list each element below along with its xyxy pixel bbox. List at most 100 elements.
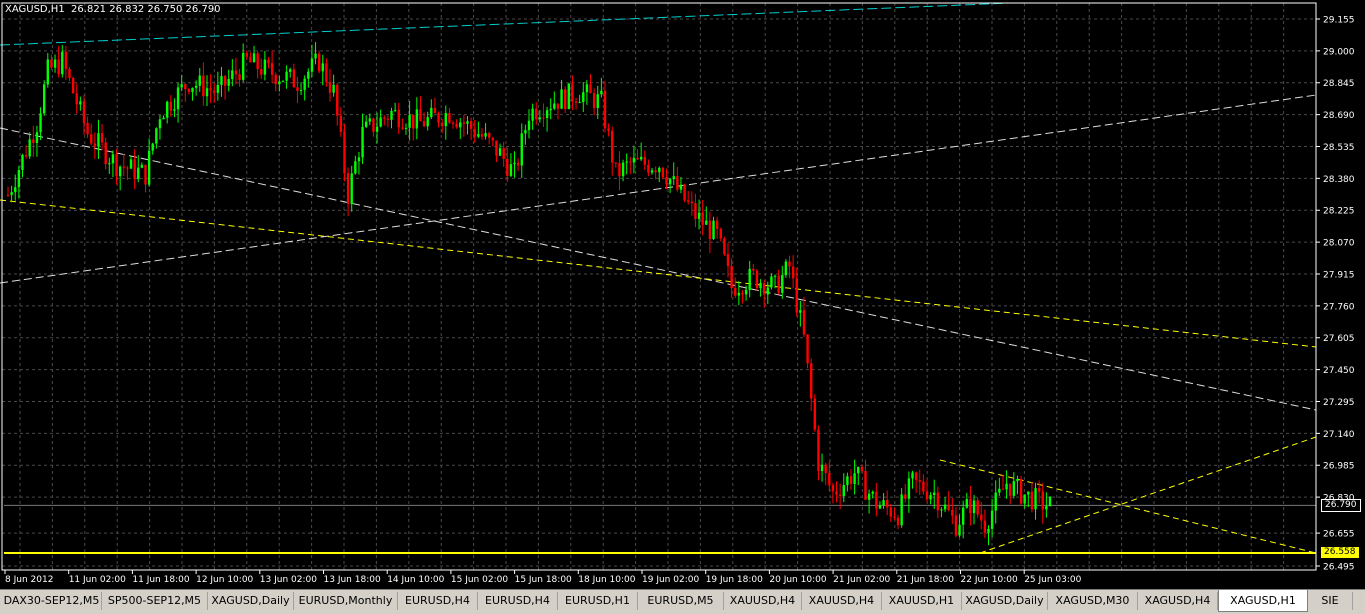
candle-body — [636, 157, 639, 160]
candle-body — [857, 466, 860, 474]
candle-body — [506, 158, 509, 176]
candle — [737, 281, 741, 306]
chart-tab[interactable]: EURUSD,H1 — [558, 592, 638, 610]
candle-body — [227, 79, 230, 86]
candle-body — [285, 71, 288, 81]
candle — [140, 162, 144, 169]
candle-body — [270, 63, 274, 75]
chart-tab[interactable]: XAGUSD,H4 — [1138, 592, 1218, 610]
candle-body — [455, 123, 458, 128]
candle — [672, 162, 675, 185]
candle-body — [238, 74, 241, 80]
candle-body — [980, 514, 983, 521]
chart-tab[interactable]: DAX30-SEP12,M5 — [2, 592, 102, 610]
candle-body — [267, 59, 270, 64]
candle — [542, 103, 545, 127]
chart-tab[interactable]: EURUSD,H4 — [478, 592, 558, 610]
candle — [603, 81, 607, 133]
candle-body — [321, 63, 324, 72]
candle-body — [838, 494, 842, 497]
candle — [1005, 470, 1008, 499]
chart-tab[interactable]: EURUSD,Monthly — [294, 592, 398, 610]
candle-body — [715, 220, 719, 229]
candle-body — [278, 81, 281, 85]
candle — [1009, 483, 1012, 505]
candle — [712, 216, 715, 240]
price-label: 27.295 — [1323, 398, 1355, 408]
candle — [810, 358, 813, 411]
chart-tab[interactable]: EURUSD,M5 — [638, 592, 724, 610]
chart-window[interactable]: 29.155 29.000 28.845 28.690 28.535 28.380 28.2… — [0, 0, 1365, 589]
candle-body — [690, 201, 694, 204]
chart-tab[interactable]: XAGUSD,M30 — [1048, 592, 1138, 610]
candle — [1001, 474, 1005, 490]
candle-body — [784, 261, 788, 276]
candle — [97, 119, 100, 159]
chart-tab[interactable]: XAGUSD,Daily — [208, 592, 294, 610]
candle — [922, 474, 925, 495]
candle-body — [426, 117, 429, 127]
candle-body — [737, 292, 741, 296]
chart-tab[interactable]: EURUSD,H4 — [398, 592, 478, 610]
candle-body — [726, 254, 730, 266]
candlestick-chart[interactable]: 29.155 29.000 28.845 28.690 28.535 28.380 28.2… — [0, 0, 1365, 589]
candle-body — [336, 84, 339, 116]
candle — [636, 149, 639, 160]
time-label: 20 Jun 10:00 — [769, 575, 826, 585]
candle-body — [607, 128, 610, 131]
candle — [614, 162, 618, 168]
candle-body — [430, 107, 433, 118]
candle-body — [611, 130, 614, 163]
chart-tab[interactable]: SIE — [1308, 592, 1353, 610]
candle — [419, 96, 422, 122]
candle — [213, 83, 216, 103]
candle — [835, 481, 838, 503]
candle-body — [535, 108, 538, 120]
candle — [249, 52, 252, 63]
candle — [93, 132, 97, 159]
candle-body — [683, 184, 686, 201]
candle — [976, 497, 979, 518]
time-axis: 8 Jun 2012 11 Jun 02:00 11 Jun 18:00 12 Jun… — [4, 570, 1082, 585]
candle — [629, 157, 632, 175]
candle-body — [618, 163, 621, 177]
candle-body — [929, 494, 932, 500]
candle — [611, 126, 614, 176]
time-label: 19 Jun 02:00 — [642, 575, 699, 585]
candle — [238, 68, 241, 87]
price-label: 26.985 — [1323, 462, 1355, 472]
candle-body — [878, 505, 882, 509]
candle-body — [983, 520, 987, 533]
candle-body — [629, 161, 632, 163]
candle — [46, 53, 49, 88]
candle-body — [480, 134, 484, 137]
candle — [802, 296, 806, 338]
candle — [990, 498, 994, 538]
candle — [50, 54, 53, 70]
chart-tab[interactable]: XAUUSD,H1 — [882, 592, 962, 610]
candle-body — [165, 101, 169, 118]
chart-tab[interactable]: SP500-SEP12,M5 — [102, 592, 208, 610]
candle — [506, 147, 509, 183]
candle — [118, 165, 122, 191]
candle-body — [875, 491, 878, 509]
chart-tab[interactable]: XAUUSD,H4 — [724, 592, 802, 610]
candle — [1030, 481, 1034, 513]
chart-tab[interactable]: XAUUSD,H4 — [802, 592, 882, 610]
candle — [223, 74, 227, 100]
chart-tab[interactable]: XAGUSD,H1 — [1218, 590, 1308, 612]
chart-tab[interactable]: XAGUSD,Daily — [962, 592, 1048, 610]
candle-body — [744, 289, 748, 295]
candle-body — [10, 192, 13, 196]
candle-body — [249, 56, 252, 63]
candle — [788, 255, 791, 279]
candle-body — [90, 134, 93, 144]
candle-body — [433, 107, 437, 114]
candle-body — [151, 143, 154, 151]
candle — [799, 300, 802, 327]
candle-body — [701, 212, 704, 225]
candle — [455, 119, 458, 129]
candle-body — [969, 499, 972, 514]
candle-body — [397, 109, 400, 128]
candle-body — [155, 128, 158, 144]
